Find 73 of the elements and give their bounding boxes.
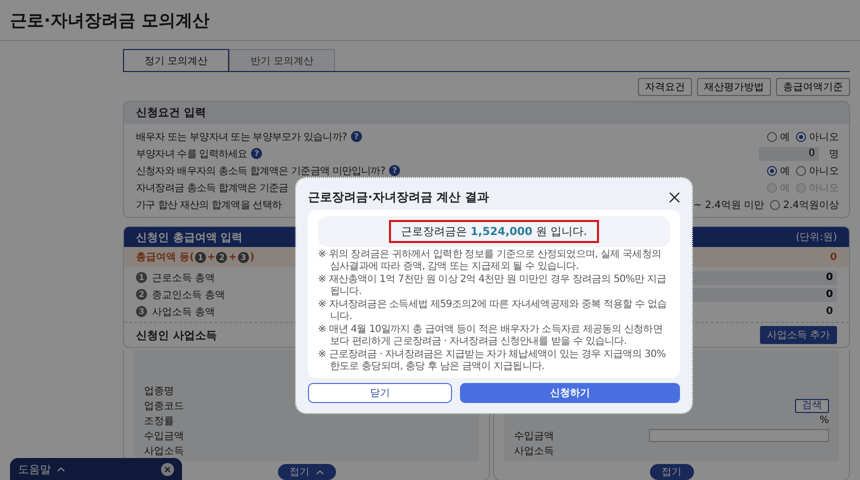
info-button[interactable]: 자격요건 bbox=[638, 78, 692, 96]
note-text: ※ 매년 4월 10일까지 총 급여액 등이 적은 배우자가 소득자료 제공동의 신청하면 보다 편리하게 근로장려금 · 자녀장려금 신청안내를 받을 수 있습니다. bbox=[318, 324, 664, 347]
option-label: 예 bbox=[780, 130, 790, 144]
field-label: 수입금액 bbox=[514, 430, 554, 442]
help-icon[interactable]: ? bbox=[251, 148, 262, 159]
field-label: 사업소득 bbox=[144, 444, 184, 458]
help-bar[interactable]: 도움말 bbox=[10, 458, 182, 480]
field-label: 업종코드 bbox=[144, 400, 184, 412]
radio-button[interactable] bbox=[767, 132, 777, 142]
step-number: 3 bbox=[136, 306, 147, 317]
field-label: 수입금액 bbox=[144, 430, 184, 442]
page-title: 근로·자녀장려금 모의계산 bbox=[10, 10, 210, 32]
question-text: 신청자와 배우자의 총소득 합계액은 기준금액 미만입니까? bbox=[136, 164, 386, 178]
option-label: 아니오 bbox=[809, 130, 839, 144]
note-text: ※ 재산총액이 1억 7천만 원 이상 2억 4천만 원 미만인 경우 장려금의 50%만 지급됩니다. bbox=[318, 274, 668, 297]
step-number: 2 bbox=[216, 252, 228, 262]
unit-label: % bbox=[819, 415, 829, 426]
close-button[interactable]: 닫기 bbox=[308, 383, 452, 403]
search-button[interactable]: 검색 bbox=[795, 398, 829, 412]
item-label: 종교인소득 총액 bbox=[152, 288, 226, 302]
amount-field[interactable] bbox=[649, 429, 829, 442]
help-icon[interactable]: ? bbox=[389, 165, 400, 176]
step-number: 1 bbox=[136, 272, 147, 283]
dialog-title: 근로장려금·자녀장려금 계산 결과 bbox=[308, 188, 489, 206]
step-number: 3 bbox=[238, 252, 249, 262]
item-label: 사업소득 총액 bbox=[152, 306, 216, 318]
section-header: 신청요건 입력 bbox=[124, 102, 849, 124]
option-label: 아니오 bbox=[809, 164, 839, 178]
step-number: 1 bbox=[195, 252, 206, 262]
info-button[interactable]: 총급여액기준 bbox=[776, 78, 850, 96]
collapse-button[interactable]: 접기 bbox=[650, 464, 694, 480]
unit-label: (단위:원) bbox=[796, 231, 837, 244]
radio-button[interactable] bbox=[770, 200, 780, 210]
caret-icon bbox=[57, 466, 65, 472]
add-button[interactable]: 사업소득 추가 bbox=[760, 326, 837, 344]
number-field[interactable]: 0 bbox=[759, 146, 819, 160]
total-label: ) bbox=[250, 252, 254, 262]
section-title: 신청인 사업소득 bbox=[136, 328, 217, 342]
plus-sign: + bbox=[207, 252, 216, 262]
option-label: 2.4억원이상 bbox=[783, 198, 839, 212]
note-text: ※ 근로장려금 · 자녀장려금은 지급받는 자가 체납세액이 있는 경우 지급액의 30% 한도로 충당되며, 충당 후 남은 금액이 지급됩니다. bbox=[318, 349, 667, 372]
tab[interactable]: 정기 모의계산 bbox=[123, 49, 229, 71]
tab[interactable]: 반기 모의계산 bbox=[229, 49, 335, 71]
field-label: 업종명 bbox=[144, 384, 174, 398]
help-icon[interactable]: ? bbox=[350, 131, 362, 142]
question-text: 부양자녀 수를 입력하세요 bbox=[136, 148, 248, 160]
step-number: 2 bbox=[136, 289, 147, 300]
section-title: 신청인 총급여액 입력 bbox=[136, 230, 243, 244]
note-text: ※ 자녀장려금은 소득세법 제59조의2에 따른 자녀세액공제와 중복 적용할 수 없습니다. bbox=[318, 299, 668, 322]
amount-value: 0 bbox=[826, 306, 834, 317]
note-text: ※ 위의 장려금은 귀하께서 입력한 정보를 기준으로 산정되었으며, 실제 국세청의 심사결과에 따라 증액, 감액 또는 지급제외 될 수 있습니다. bbox=[318, 249, 662, 272]
collapse-button[interactable]: 접기 bbox=[278, 464, 336, 480]
field-label: 조정률 bbox=[144, 414, 174, 428]
question-text: 배우자 또는 부양자녀 또는 부양부모가 있습니까? bbox=[136, 130, 347, 144]
radio-button[interactable] bbox=[796, 166, 806, 176]
question-text: 자녀장려금 총소득 합계액은 기준금 bbox=[136, 182, 288, 194]
info-button[interactable]: 재산평가방법 bbox=[697, 78, 771, 96]
question-text: 가구 합산 재산의 합계액을 선택하 bbox=[136, 198, 282, 212]
field-label: 사업소득 bbox=[514, 444, 554, 458]
total-label: 총급여액 등( bbox=[136, 251, 194, 264]
close-icon[interactable] bbox=[669, 192, 680, 202]
option-label: ~ 2.4억원 미만 bbox=[693, 198, 764, 212]
option-label: 예 bbox=[780, 164, 790, 178]
unit-label: 명 bbox=[829, 148, 839, 160]
apply-button[interactable]: 신청하기 bbox=[460, 383, 680, 403]
plus-sign: + bbox=[228, 252, 237, 262]
result-text: 근로장려금은 1,524,000 원 입니다. bbox=[401, 225, 587, 238]
total-value: 0 bbox=[830, 252, 837, 262]
radio-button[interactable] bbox=[767, 166, 777, 176]
radio-button[interactable] bbox=[796, 132, 806, 142]
help-label: 도움말 bbox=[18, 462, 51, 476]
caret-icon bbox=[316, 470, 324, 474]
item-label: 근로소득 총액 bbox=[152, 272, 216, 284]
